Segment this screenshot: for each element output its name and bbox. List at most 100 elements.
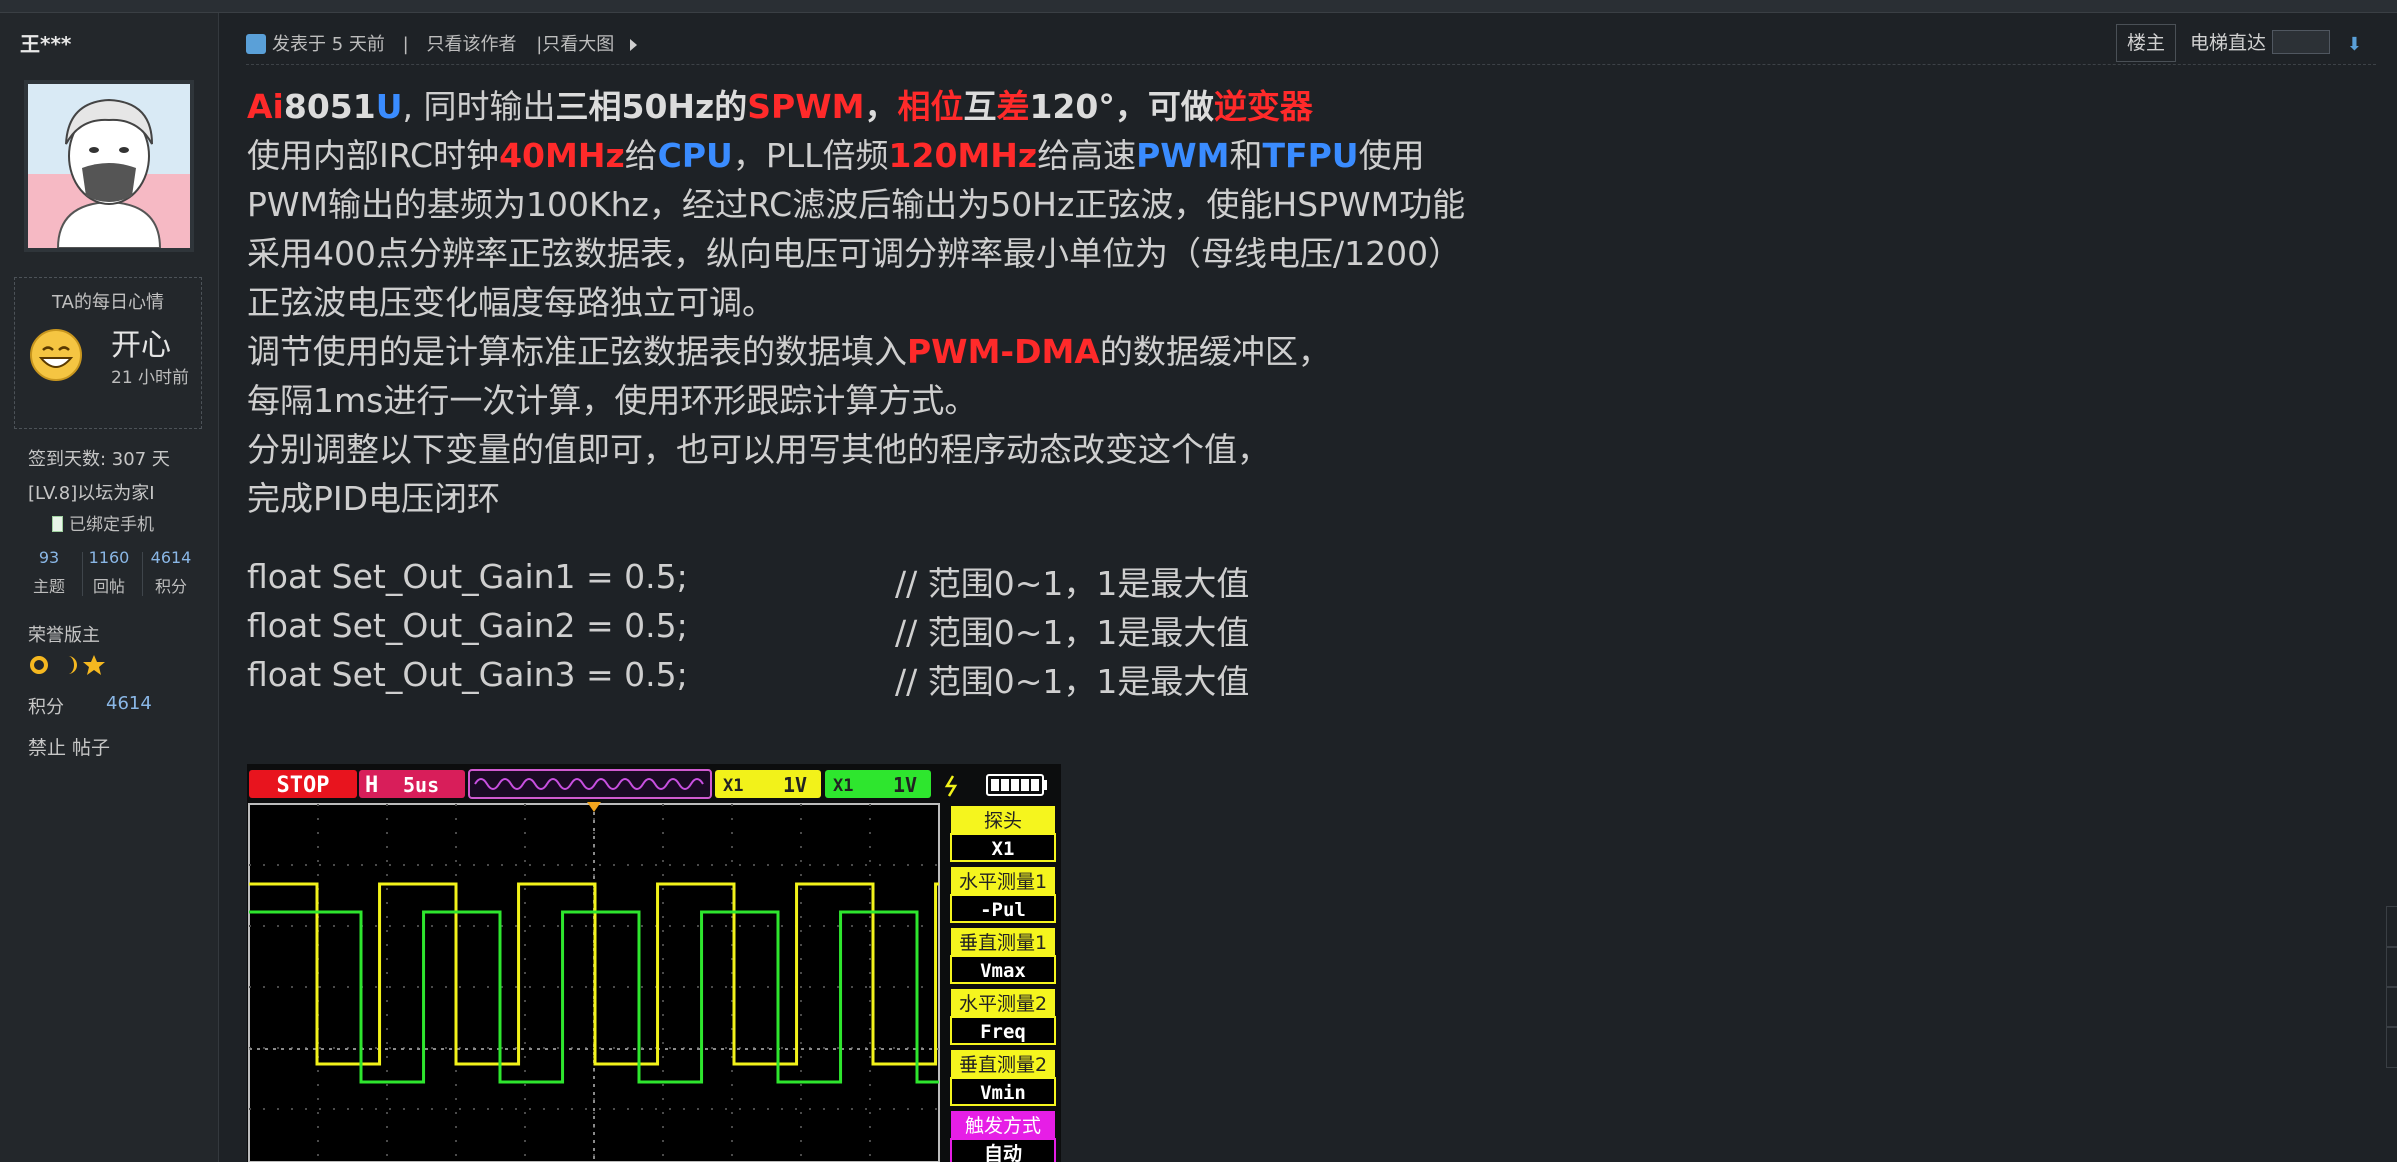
star-icon <box>83 655 105 675</box>
elevator: 电梯直达 <box>2190 28 2330 55</box>
phone-bound: 已绑定手机 <box>52 510 154 535</box>
code-line: float Set_Out_Gain1 = 0.5; // 范围0~1，1是最大值 <box>247 557 1249 603</box>
author-name[interactable]: 王*** <box>20 28 71 57</box>
checkin-days: 签到天数: 307 天 <box>28 449 170 470</box>
floor-badge: 楼主 <box>2115 24 2176 62</box>
stat-replies-label: 回帖 <box>92 577 125 596</box>
text-plain: 和 <box>1229 136 1263 175</box>
medal-row <box>28 653 120 683</box>
text-tfpu: TFPU <box>1262 136 1359 175</box>
post-line-1: Ai8051U, 同时输出三相50Hz的SPWM，相位互差120°，可做逆变器 <box>247 82 1747 131</box>
admin-actions[interactable]: 禁止 帖子 <box>28 733 110 760</box>
score-value: 4614 <box>106 693 152 714</box>
user-level[interactable]: [LV.8]以坛为家I <box>28 479 155 505</box>
post-line-5: 正弦波电压变化幅度每路独立可调。 <box>247 283 775 322</box>
post-time: 发表于 5 天前 <box>272 34 385 55</box>
stat-replies[interactable]: 1160 回帖 <box>80 548 138 597</box>
only-big-image-link[interactable]: |只看大图 <box>536 34 614 55</box>
avatar[interactable] <box>24 80 194 252</box>
text-plain: 的数据缓冲区， <box>1099 332 1331 371</box>
scroll-tab[interactable] <box>2386 986 2397 1028</box>
stat-topics[interactable]: 93 主题 <box>20 548 78 597</box>
text-plain: 给 <box>624 136 658 175</box>
text-120: 120°，可做 <box>1029 87 1214 126</box>
text-40mhz: 40MHz <box>499 136 625 175</box>
score-label: 积分 <box>28 697 64 718</box>
ch1-tag: X1 <box>723 776 743 796</box>
elevator-label: 电梯直达 <box>2189 32 2266 54</box>
post-line-4: 采用400点分辨率正弦数据表，纵向电压可调分辨率最小单位为（母线电压/1200） <box>247 234 1462 273</box>
menu-title: 垂直测量2 <box>959 1054 1047 1076</box>
daily-mood-box: TA的每日心情 开心 21 小时前 <box>14 277 202 429</box>
sun-icon <box>30 656 48 674</box>
stat-topics-num: 93 <box>38 548 60 567</box>
author-online-icon <box>246 34 266 54</box>
timebase-label: 5us <box>403 773 439 797</box>
text-plain: 使用 <box>1358 136 1425 175</box>
menu-value: 自动 <box>984 1142 1022 1162</box>
mood-time: 21 小时前 <box>111 368 190 388</box>
menu-value: X1 <box>992 838 1015 860</box>
phone-bound-label: 已绑定手机 <box>69 515 154 535</box>
post-header: 发表于 5 天前 | 只看该作者 |只看大图 楼主 电梯直达 ⬇ <box>246 20 2376 65</box>
stat-points-num: 4614 <box>150 548 192 567</box>
mood-title: TA的每日心情 <box>52 292 164 313</box>
happy-face-icon <box>30 329 82 381</box>
only-author-link[interactable]: 只看该作者 <box>426 34 516 55</box>
oscilloscope-image[interactable]: STOP H 5us X1 1V X1 1V 探头 X1 水平测量1 -Pul 垂直测量… <box>247 764 1061 1162</box>
text-plain: 使用内部IRC时钟 <box>247 136 500 175</box>
code-comment: // 范围0~1，1是最大值 <box>895 613 1250 652</box>
menu-value: Freq <box>980 1021 1026 1043</box>
text-plain: 给高速 <box>1037 136 1137 175</box>
scroll-tab[interactable] <box>2386 906 2397 948</box>
text-cpu: CPU <box>657 136 733 175</box>
elevator-go-icon[interactable]: ⬇ <box>2347 34 2362 55</box>
ch2-tag: X1 <box>833 776 853 796</box>
text-spwm: SPWM <box>747 87 865 126</box>
text-plain: , 同时输出 <box>402 87 556 126</box>
author-sidebar: 王*** TA的每日心情 开心 21 小时前 签到天数: 307 天 [LV.8… <box>0 13 219 1162</box>
code-line: float Set_Out_Gain3 = 0.5; // 范围0~1，1是最大值 <box>247 655 1249 701</box>
stat-replies-num: 1160 <box>88 548 130 567</box>
scroll-tab[interactable] <box>2386 1026 2397 1068</box>
text-120mhz: 120MHz <box>888 136 1038 175</box>
menu-title: 水平测量2 <box>959 993 1047 1015</box>
text-8051: 8051 <box>283 87 376 126</box>
stat-points[interactable]: 4614 积分 <box>142 548 200 597</box>
menu-value: Vmax <box>980 960 1026 982</box>
mood-word: 开心 <box>111 328 171 363</box>
ch1-scale: 1V <box>783 773 807 797</box>
h-label: H <box>365 773 378 798</box>
menu-title: 探头 <box>984 810 1022 832</box>
menu-value: -Pul <box>980 899 1026 921</box>
meta-separator: | <box>402 34 409 55</box>
post-meta: 发表于 5 天前 | 只看该作者 |只看大图 <box>246 30 637 56</box>
code-comment: // 范围0~1，1是最大值 <box>895 662 1250 701</box>
text-plain: 调节使用的是计算标准正弦数据表的数据填入 <box>247 332 907 371</box>
text-mutual: 互 <box>963 87 997 126</box>
post-line-8: 分别调整以下变量的值即可，也可以用写其他的程序动态改变这个值， <box>247 430 1270 469</box>
text-pwm: PWM <box>1136 136 1230 175</box>
code-line: float Set_Out_Gain2 = 0.5; // 范围0~1，1是最大值 <box>247 606 1249 652</box>
elevator-input[interactable] <box>2272 30 2330 54</box>
post-line-9: 完成PID电压闭环 <box>247 479 501 518</box>
stat-points-label: 积分 <box>154 577 187 596</box>
text-plain: ，PLL倍频 <box>732 136 889 175</box>
text-ai: Ai <box>247 87 284 126</box>
scroll-tab[interactable] <box>2386 946 2397 988</box>
text-u: U <box>375 87 403 126</box>
oscilloscope-screen: STOP H 5us X1 1V X1 1V 探头 X1 水平测量1 -Pul 垂直测量… <box>247 764 1061 1162</box>
ch2-scale: 1V <box>893 773 917 797</box>
phone-icon <box>52 516 63 532</box>
code-comment: // 范围0~1，1是最大值 <box>895 564 1250 603</box>
stat-topics-label: 主题 <box>32 577 65 596</box>
caret-right-icon <box>630 39 637 51</box>
user-stats: 93 主题 1160 回帖 4614 积分 <box>18 548 202 600</box>
text-pwm-dma: PWM-DMA <box>907 332 1100 371</box>
honor-title: 荣誉版主 <box>28 625 100 646</box>
text-inverter: 逆变器 <box>1213 87 1313 126</box>
moon-icon <box>68 656 78 674</box>
text-comma: ， <box>864 87 898 126</box>
stop-label: STOP <box>277 773 330 798</box>
post-content: Ai8051U, 同时输出三相50Hz的SPWM，相位互差120°，可做逆变器 … <box>247 82 1747 523</box>
